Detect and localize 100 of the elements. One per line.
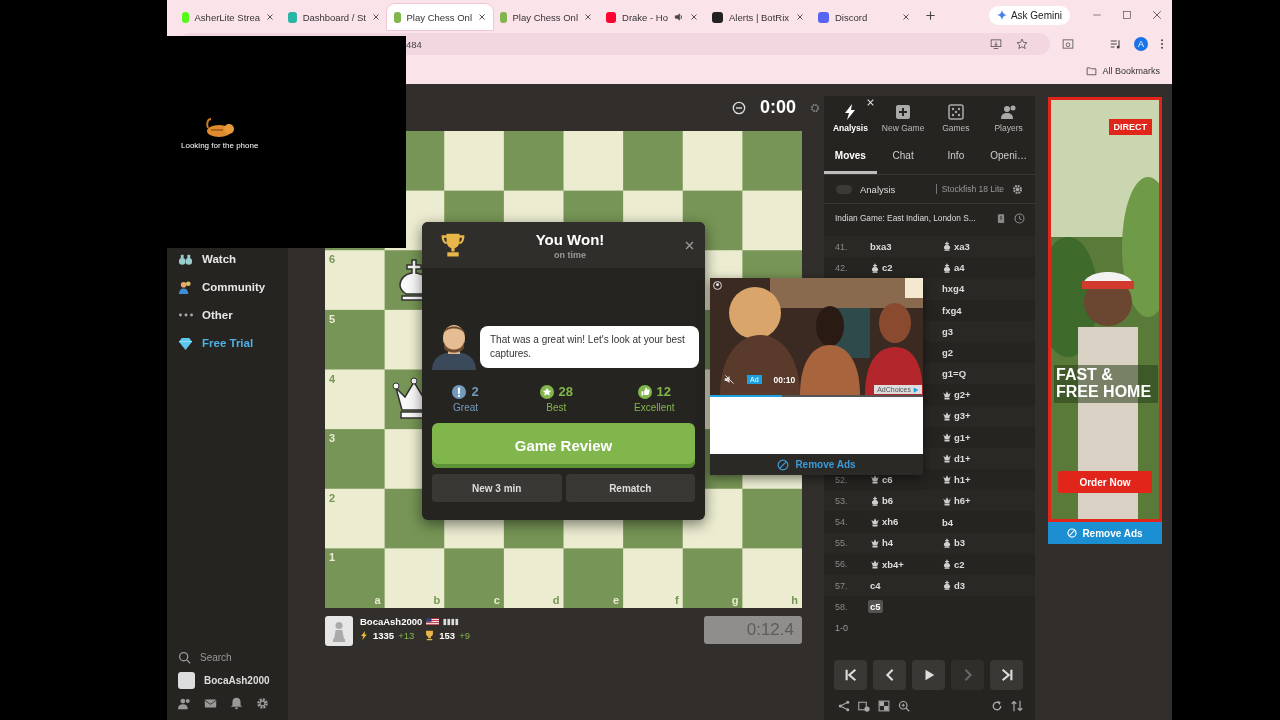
folder-icon <box>1086 66 1098 76</box>
share-icon <box>838 700 850 712</box>
move[interactable]: b3 <box>940 536 968 550</box>
user-circle-icon <box>713 281 722 290</box>
queen-icon <box>942 474 952 485</box>
move[interactable]: bxa3 <box>868 240 894 254</box>
nav-tab[interactable]: Players <box>982 96 1035 140</box>
star-icon <box>1016 38 1028 50</box>
move[interactable]: a4 <box>940 261 967 275</box>
settings-icon <box>256 697 269 710</box>
move[interactable]: g3+ <box>940 409 973 423</box>
maximize-icon <box>1122 10 1132 20</box>
move-number: 57. <box>835 580 848 591</box>
rating-change: +13 <box>398 630 415 641</box>
sidebar-item[interactable]: Other <box>167 301 288 329</box>
move[interactable]: h6+ <box>940 494 973 508</box>
move[interactable]: b6 <box>868 494 896 508</box>
queen-icon <box>942 410 952 421</box>
profile-avatar[interactable]: A <box>1134 37 1148 51</box>
king-icon <box>942 262 952 273</box>
sidebar-item[interactable]: Watch <box>167 245 288 273</box>
tab-search-icon <box>1062 38 1074 50</box>
move[interactable]: g3 <box>940 324 956 338</box>
queen-icon <box>942 389 952 400</box>
move[interactable]: fxg4 <box>940 303 964 317</box>
stat-label: Excellent <box>633 402 675 413</box>
book-icon <box>996 212 1006 224</box>
move[interactable]: xh6 <box>868 515 901 529</box>
browser-tab[interactable]: Discord <box>811 4 917 30</box>
move[interactable]: c5 <box>868 600 883 614</box>
move[interactable]: h1+ <box>940 472 973 486</box>
people-icon <box>1000 103 1017 120</box>
dice-icon <box>947 103 964 120</box>
move[interactable]: xa3 <box>940 239 972 253</box>
order-button[interactable]: Order Now <box>1058 471 1152 493</box>
panel-tab[interactable]: Chat <box>876 140 930 174</box>
gemini-button[interactable]: Ask Gemini <box>988 5 1070 25</box>
dialog-button[interactable]: Rematch <box>565 474 695 502</box>
ban-icon <box>1067 528 1078 538</box>
queen-icon <box>942 453 952 464</box>
flip-icon <box>1011 700 1023 712</box>
move[interactable]: hxg4 <box>940 282 967 296</box>
close-icon <box>372 13 380 21</box>
move[interactable]: c6 <box>868 472 895 486</box>
skip-back-icon <box>843 668 858 682</box>
move[interactable]: c4 <box>868 579 883 593</box>
browser-tab[interactable]: AsherLite Strea <box>175 4 281 30</box>
coach-message: That was a great win! Let's look at your best captures. <box>480 326 699 368</box>
trophy-count: 153 <box>439 630 456 641</box>
move[interactable]: c2 <box>940 557 967 571</box>
opening-name: Indian Game: East Indian, London S... <box>835 213 977 223</box>
move-control-button[interactable] <box>912 660 945 690</box>
close-icon <box>478 13 486 21</box>
move[interactable]: d3 <box>940 578 968 592</box>
user-avatar <box>178 672 195 689</box>
sparkle-icon <box>996 10 1007 20</box>
browser-tab[interactable]: Drake - Ho <box>599 4 705 30</box>
panel-tab[interactable]: Info <box>929 140 983 174</box>
dialog-button[interactable]: New 3 min <box>432 474 562 502</box>
add-board-icon <box>858 700 870 712</box>
move[interactable]: g1+ <box>940 430 973 444</box>
trophy-change: +9 <box>459 630 470 641</box>
stat-label: Best <box>546 402 567 413</box>
player-name[interactable]: BocaAsh2000 <box>360 616 423 627</box>
move[interactable]: h4 <box>868 536 896 550</box>
nav-tab[interactable]: Games <box>929 96 983 140</box>
browser-tab[interactable]: Dashboard / St <box>281 4 387 30</box>
panel-tab[interactable]: Openi… <box>982 140 1035 174</box>
sidebar-item[interactable]: Free Trial <box>167 329 288 357</box>
sidebar-item[interactable]: Community <box>167 273 288 301</box>
move[interactable]: g2 <box>940 346 956 360</box>
move-control-button[interactable] <box>873 660 906 690</box>
flag-icon <box>426 617 440 626</box>
move[interactable]: xb4+ <box>868 557 906 571</box>
move-control-button[interactable] <box>834 660 867 690</box>
move-number: 56. <box>835 559 848 570</box>
media-icon <box>1110 38 1122 50</box>
move[interactable]: d1+ <box>940 451 973 465</box>
move[interactable]: g1=Q <box>940 367 969 381</box>
search-link[interactable]: Search <box>178 651 288 664</box>
nav-tab[interactable]: Analysis <box>824 96 877 140</box>
remove-ads-button[interactable]: Remove Ads <box>1048 522 1162 544</box>
move[interactable]: b4 <box>940 515 956 529</box>
move-control-button[interactable] <box>990 660 1023 690</box>
browser-tab[interactable]: Play Chess Onl <box>387 4 493 30</box>
stat-count: 28 <box>558 384 574 399</box>
close-icon <box>684 239 695 251</box>
move[interactable]: g2+ <box>940 388 973 402</box>
ad-headline: FAST & FREE HOME <box>1054 365 1158 403</box>
move[interactable]: c2 <box>868 261 895 275</box>
browser-tab[interactable]: Play Chess Onl <box>493 4 599 30</box>
user-link[interactable]: BocaAsh2000 <box>178 672 288 689</box>
nav-tab[interactable]: New Game <box>876 96 930 140</box>
browser-tab[interactable]: Alerts | BotRix <box>705 4 811 30</box>
panel-tab[interactable]: Moves <box>824 140 877 174</box>
analysis-label: Analysis <box>860 183 896 195</box>
game-result: 1-0 <box>835 622 848 633</box>
bookmarks-folder[interactable]: All Bookmarks <box>1086 66 1160 76</box>
menu-icon <box>1160 38 1164 50</box>
signal-icon <box>443 617 460 626</box>
